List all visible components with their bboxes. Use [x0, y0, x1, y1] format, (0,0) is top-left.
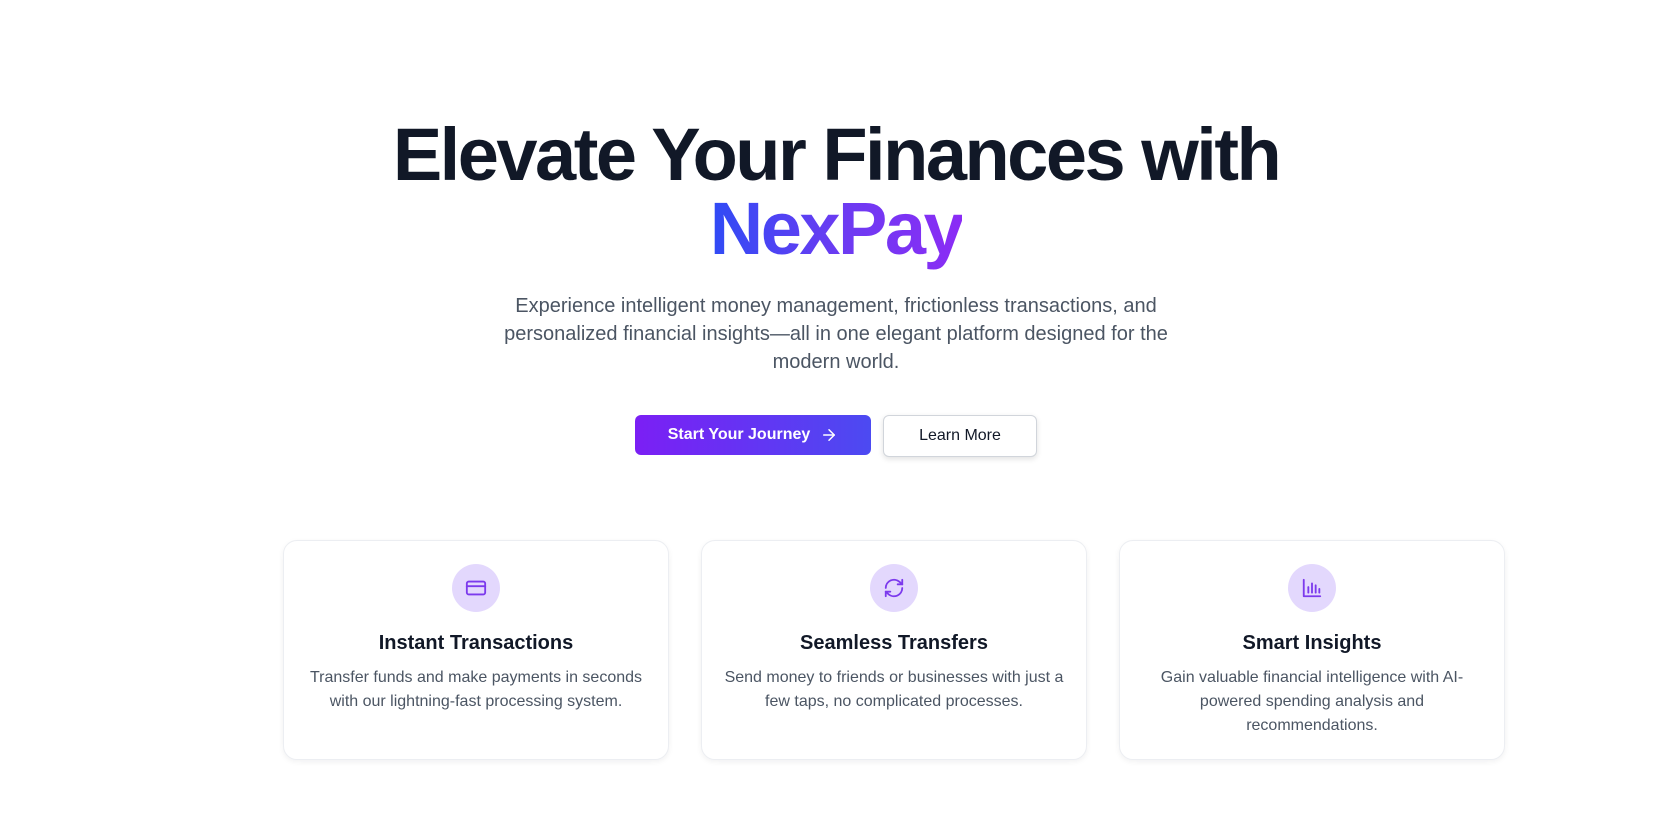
hero-section: Elevate Your Finances with NexPay Experi… — [0, 118, 1672, 457]
feature-title: Seamless Transfers — [800, 632, 988, 654]
brand-name: NexPay — [710, 192, 965, 274]
feature-card-smart-insights: Smart Insights Gain valuable financial i… — [1119, 540, 1505, 760]
start-journey-button[interactable]: Start Your Journey — [635, 415, 871, 455]
credit-card-icon — [465, 580, 487, 596]
feature-description: Transfer funds and make payments in seco… — [309, 669, 643, 710]
feature-card-seamless-transfers: Seamless Transfers Send money to friends… — [701, 540, 1087, 760]
feature-card-instant-transactions: Instant Transactions Transfer funds and … — [283, 540, 669, 760]
bar-chart-icon — [1302, 578, 1322, 598]
headline-line: Elevate Your Finances with — [392, 113, 1282, 196]
landing-page: Elevate Your Finances with NexPay Experi… — [0, 0, 1672, 815]
learn-more-button[interactable]: Learn More — [883, 415, 1037, 457]
feature-icon-badge — [1288, 564, 1336, 612]
feature-description: Send money to friends or businesses with… — [724, 669, 1064, 710]
feature-title: Instant Transactions — [378, 632, 574, 654]
cta-row: Start Your Journey Learn More — [0, 415, 1672, 457]
feature-icon-badge — [452, 564, 500, 612]
arrow-right-icon — [823, 429, 836, 441]
refresh-icon — [884, 578, 904, 598]
feature-icon-badge — [870, 564, 918, 612]
feature-title: Smart Insights — [1242, 632, 1382, 654]
start-journey-label: Start Your Journey — [667, 426, 811, 443]
hero-headline: Elevate Your Finances with NexPay — [0, 118, 1672, 274]
feature-description: Gain valuable financial intelligence wit… — [1160, 669, 1464, 734]
hero-subtitle: Experience intelligent money management,… — [504, 295, 1168, 373]
features-section: Instant Transactions Transfer funds and … — [283, 540, 1505, 760]
